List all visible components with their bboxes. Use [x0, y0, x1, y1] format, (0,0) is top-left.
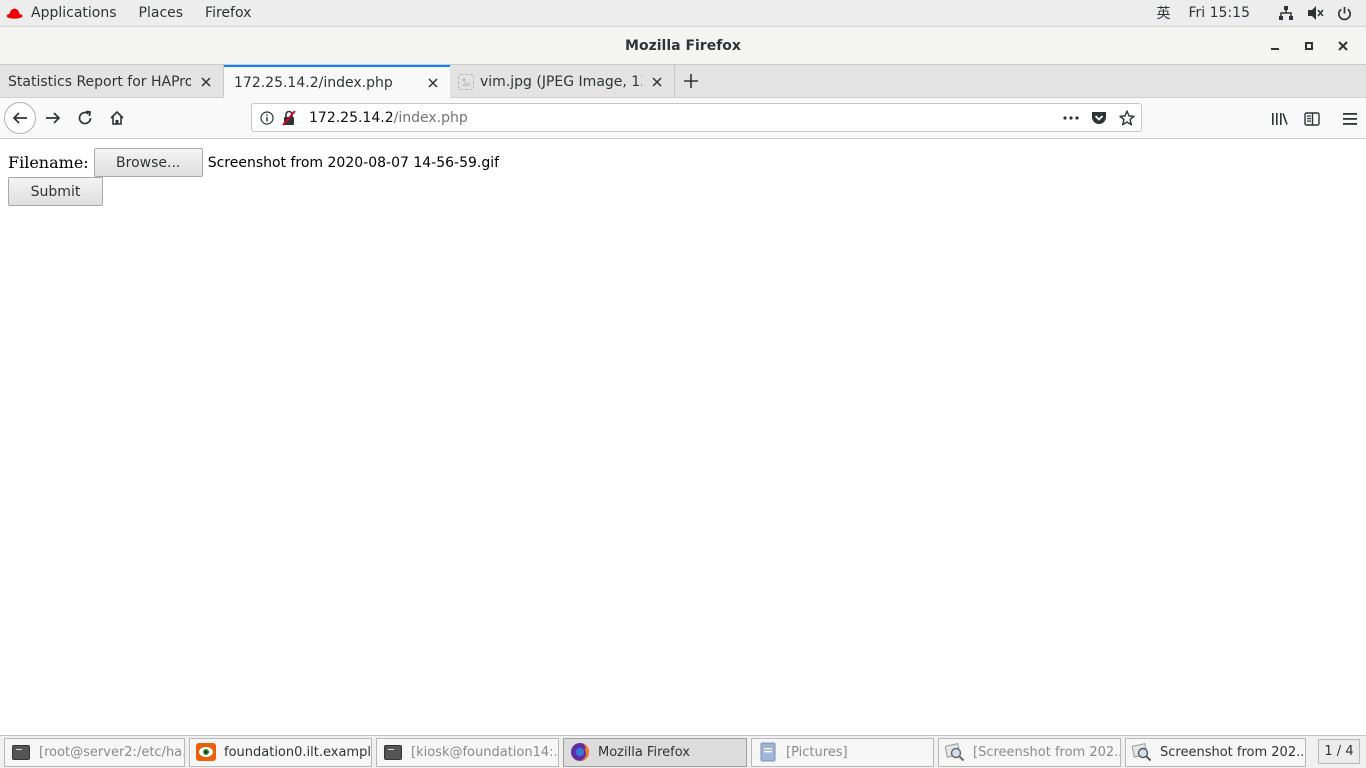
gnome-top-bar: Applications Places Firefox 英 Fri 15:15 [0, 0, 1366, 27]
tab-vim-jpg[interactable]: vim.jpg (JPEG Image, 130 [450, 65, 675, 98]
network-icon[interactable] [1269, 0, 1303, 27]
file-manager-icon [758, 742, 778, 762]
input-method-indicator[interactable]: 英 [1148, 0, 1180, 27]
url-path: /index.php [393, 109, 468, 126]
insecure-connection-icon[interactable] [279, 109, 299, 126]
page-content: Filename: Browse... Screenshot from 2020… [0, 140, 1366, 735]
back-button[interactable] [4, 102, 36, 134]
new-tab-button[interactable] [675, 65, 707, 97]
taskbar-item-root-terminal[interactable]: [root@server2:/etc/ha... [4, 737, 185, 767]
close-window-button[interactable] [1326, 27, 1360, 65]
taskbar-item-label: [root@server2:/etc/ha... [39, 744, 185, 760]
image-viewer-icon [1132, 743, 1152, 762]
browse-button[interactable]: Browse... [93, 148, 203, 177]
library-icon[interactable] [1264, 98, 1296, 139]
tab-haproxy-stats[interactable]: Statistics Report for HAProxy [0, 65, 224, 98]
workspace-indicator[interactable]: 1 / 4 [1318, 739, 1360, 764]
firefox-icon [570, 742, 590, 761]
close-tab-icon[interactable] [424, 74, 442, 92]
taskbar-item-screenshot-minimized[interactable]: [Screenshot from 202... [938, 737, 1121, 767]
taskbar-item-label: [Screenshot from 202... [973, 744, 1121, 760]
taskbar-item-firefox[interactable]: Mozilla Firefox [563, 737, 747, 767]
minimize-button[interactable] [1258, 27, 1292, 65]
taskbar-item-kiosk-terminal[interactable]: [kiosk@foundation14:... [376, 737, 559, 767]
taskbar-item-screenshot[interactable]: Screenshot from 202... [1125, 737, 1306, 767]
taskbar-item-foundation0[interactable]: foundation0.ilt.exampl... [189, 737, 372, 767]
image-viewer-icon [945, 743, 965, 762]
tab-label: 172.25.14.2/index.php [234, 74, 393, 91]
window-title: Mozilla Firefox [625, 37, 741, 54]
remote-viewer-icon [196, 743, 216, 761]
pocket-icon[interactable] [1085, 104, 1113, 131]
taskbar-item-label: foundation0.ilt.exampl... [224, 744, 372, 760]
firefox-app-menu[interactable]: Firefox [194, 0, 262, 27]
chosen-file-name: Screenshot from 2020-08-07 14-56-59.gif [207, 154, 500, 171]
bookmark-star-icon[interactable] [1113, 104, 1141, 131]
close-tab-icon[interactable] [648, 73, 666, 91]
submit-button[interactable]: Submit [8, 177, 103, 206]
forward-button[interactable] [37, 102, 69, 134]
taskbar-item-label: [kiosk@foundation14:... [411, 744, 559, 760]
close-tab-icon[interactable] [197, 73, 215, 91]
image-favicon-icon [458, 73, 474, 90]
info-icon[interactable] [255, 110, 279, 125]
volume-muted-icon[interactable] [1303, 0, 1329, 27]
sidebar-toggle-icon[interactable] [1296, 98, 1328, 139]
power-icon[interactable] [1329, 0, 1366, 27]
tab-label: vim.jpg (JPEG Image, 130 [480, 73, 642, 90]
tab-strip: Statistics Report for HAProxy 172.25.14.… [0, 65, 1366, 98]
window-title-bar[interactable]: Mozilla Firefox [0, 27, 1366, 65]
window-list-taskbar: [root@server2:/etc/ha... foundation0.ilt… [0, 735, 1366, 768]
navigation-toolbar: 172.25.14.2/index.php [0, 98, 1366, 139]
tab-index-php[interactable]: 172.25.14.2/index.php [224, 65, 450, 98]
taskbar-item-label: Screenshot from 202... [1160, 744, 1306, 760]
maximize-button[interactable] [1292, 27, 1326, 65]
taskbar-item-label: Mozilla Firefox [598, 744, 690, 760]
redhat-logo-icon [6, 7, 23, 19]
terminal-icon [11, 743, 31, 761]
home-button[interactable] [101, 102, 133, 134]
reload-button[interactable] [69, 102, 101, 134]
clock[interactable]: Fri 15:15 [1180, 0, 1259, 27]
taskbar-item-pictures[interactable]: [Pictures] [751, 737, 934, 767]
applications-label: Applications [31, 5, 117, 21]
page-actions-icon[interactable] [1057, 104, 1085, 131]
filename-label: Filename: [8, 153, 89, 172]
applications-menu[interactable]: Applications [0, 0, 128, 27]
terminal-icon [383, 743, 403, 761]
places-menu[interactable]: Places [128, 0, 195, 27]
taskbar-item-label: [Pictures] [786, 744, 848, 760]
upload-form: Filename: Browse... Screenshot from 2020… [8, 148, 499, 177]
hamburger-menu-icon[interactable] [1334, 98, 1366, 139]
tab-label: Statistics Report for HAProxy [8, 73, 191, 90]
url-host: 172.25.14.2 [309, 109, 394, 126]
url-bar[interactable]: 172.25.14.2/index.php [251, 103, 1142, 132]
